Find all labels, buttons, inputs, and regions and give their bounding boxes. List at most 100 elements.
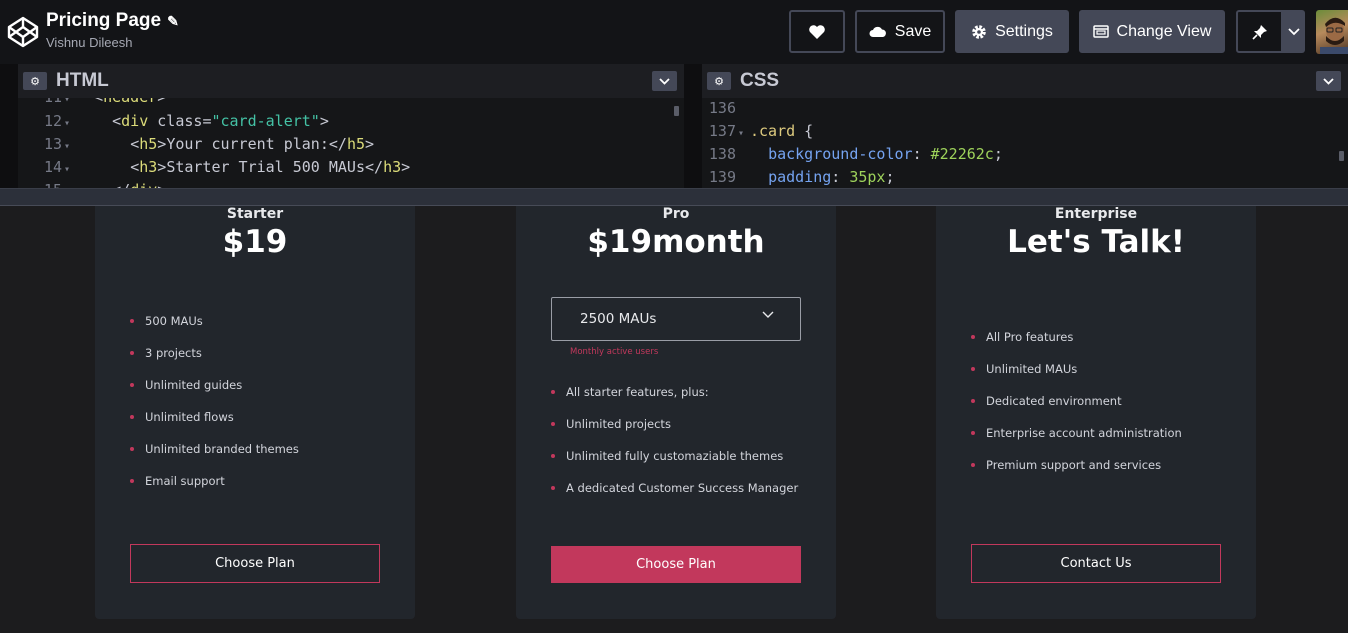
html-editor-title: HTML [56, 70, 109, 91]
preview-pane: Starter $19 500 MAUs 3 projects Unlimite… [0, 206, 1348, 633]
pin-button[interactable] [1236, 10, 1283, 53]
code-token: #22262c [930, 145, 994, 163]
feature-item: Unlimited MAUs [971, 361, 1182, 393]
html-editor: ⚙ HTML 11▾ <header> 12▾ <div class="card… [18, 64, 684, 188]
code-token: h5 [139, 135, 158, 153]
pen-title-text: Pricing Page [46, 10, 162, 31]
code-line: 14 ▾ <h3>Starter Trial 500 MAUs</h3> [18, 156, 410, 179]
feature-item: Premium support and services [971, 457, 1182, 489]
pen-author[interactable]: Vishnu Dileesh [46, 35, 132, 50]
avatar[interactable] [1316, 10, 1348, 54]
codepen-logo-icon[interactable] [6, 15, 40, 49]
save-label: Save [894, 22, 932, 40]
editor-panels: ⚙ HTML 11▾ <header> 12▾ <div class="card… [0, 64, 1348, 188]
chevron-down-icon [762, 311, 774, 318]
code-token: h3 [383, 158, 402, 176]
pricing-card-enterprise: Enterprise Let's Talk! All Pro features … [936, 206, 1256, 619]
css-editor-header: ⚙ CSS [702, 64, 1348, 98]
layout-icon [1092, 25, 1109, 38]
fold-arrow-icon[interactable]: ▾ [64, 158, 76, 181]
line-number: 15 [18, 179, 62, 188]
css-editor-title: CSS [740, 70, 780, 91]
code-token: Starter Trial 500 MAUs [166, 158, 365, 176]
cloud-icon [869, 26, 886, 37]
feature-item: A dedicated Customer Success Manager [551, 480, 798, 512]
line-number: 11 [18, 98, 62, 109]
css-code-area[interactable]: 136 137 ▾ .card { 138 background-color: #2… [702, 98, 1348, 188]
css-settings-gear-icon[interactable]: ⚙ [707, 72, 731, 90]
css-editor: ⚙ CSS 136 137 ▾ .card { 138 background-col… [702, 64, 1348, 188]
code-token: .card [750, 122, 796, 140]
feature-item: Email support [130, 473, 299, 505]
fold-arrow-icon[interactable]: ▾ [64, 135, 76, 158]
mau-select[interactable]: 2500 MAUs [551, 297, 801, 341]
resize-bar[interactable] [0, 188, 1348, 206]
contact-us-button[interactable]: Contact Us [971, 544, 1221, 583]
code-token: class [157, 112, 203, 130]
code-token: "card-alert" [211, 112, 320, 130]
feature-item: Unlimited projects [551, 416, 798, 448]
gear-icon [972, 24, 986, 39]
love-button[interactable] [789, 10, 845, 53]
code-token: h3 [139, 158, 158, 176]
html-settings-gear-icon[interactable]: ⚙ [23, 72, 47, 90]
settings-button[interactable]: Settings [955, 10, 1069, 53]
line-number: 136 [708, 99, 736, 117]
css-editor-menu-button[interactable] [1316, 71, 1341, 91]
settings-label: Settings [995, 22, 1053, 40]
chevron-down-icon [1288, 27, 1300, 35]
html-scrollbar[interactable] [674, 106, 679, 116]
css-scrollbar[interactable] [1339, 151, 1344, 161]
select-hint: Monthly active users [570, 347, 659, 357]
choose-plan-button[interactable]: Choose Plan [551, 546, 801, 583]
code-token: header [103, 98, 157, 106]
plan-price: $19 [222, 224, 288, 260]
fold-arrow-icon[interactable]: ▾ [64, 112, 76, 135]
fold-arrow-icon[interactable]: ▾ [738, 122, 750, 145]
user-photo-icon [1320, 17, 1348, 54]
pen-title[interactable]: Pricing Page ✎ [46, 10, 179, 32]
feature-list: 500 MAUs 3 projects Unlimited guides Unl… [130, 313, 299, 505]
code-token: h5 [346, 135, 365, 153]
code-token: padding [768, 168, 832, 186]
pricing-card-pro: Pro $19month 2500 MAUs Monthly active us… [516, 206, 836, 619]
code-token: Your current plan: [166, 135, 329, 153]
change-view-label: Change View [1116, 22, 1212, 40]
feature-item: Enterprise account administration [971, 425, 1182, 457]
choose-plan-button[interactable]: Choose Plan [130, 544, 380, 583]
line-number: 12 [43, 112, 62, 130]
feature-item: 500 MAUs [130, 313, 299, 345]
feature-list: All Pro features Unlimited MAUs Dedicate… [971, 329, 1182, 489]
feature-item: Unlimited flows [130, 409, 299, 441]
pencil-icon[interactable]: ✎ [167, 13, 179, 29]
html-editor-header: ⚙ HTML [18, 64, 684, 98]
pin-icon [1251, 24, 1267, 40]
code-token: div [121, 112, 149, 130]
heart-icon [809, 24, 825, 39]
feature-item: All starter features, plus: [551, 384, 798, 416]
change-view-button[interactable]: Change View [1079, 10, 1225, 53]
html-editor-menu-button[interactable] [652, 71, 677, 91]
code-line: 11▾ <header> [18, 98, 166, 109]
mau-select-value: 2500 MAUs [580, 311, 657, 327]
feature-item: Dedicated environment [971, 393, 1182, 425]
code-line: 12 ▾ <div class="card-alert"> [18, 110, 329, 133]
feature-item: Unlimited branded themes [130, 441, 299, 473]
html-code-area[interactable]: 11▾ <header> 12▾ <div class="card-alert"… [18, 98, 684, 188]
pricing-card-starter: Starter $19 500 MAUs 3 projects Unlimite… [95, 206, 415, 619]
code-line: 13 ▾ <h5>Your current plan:</h5> [18, 133, 374, 156]
line-number: 14 [43, 158, 62, 176]
feature-list: All starter features, plus: Unlimited pr… [551, 384, 798, 512]
pin-dropdown-button[interactable] [1283, 10, 1305, 53]
plan-name: Pro [662, 206, 690, 222]
feature-item: 3 projects [130, 345, 299, 377]
save-button[interactable]: Save [855, 10, 945, 53]
plan-name: Enterprise [1054, 206, 1138, 222]
line-number: 138 [708, 145, 736, 163]
feature-item: Unlimited guides [130, 377, 299, 409]
code-line: 137 ▾ .card { [702, 120, 813, 143]
line-number: 137 [708, 122, 736, 140]
plan-price: $19month [587, 224, 765, 260]
code-line: 15 </div> [18, 179, 166, 188]
line-number: 139 [708, 168, 736, 186]
